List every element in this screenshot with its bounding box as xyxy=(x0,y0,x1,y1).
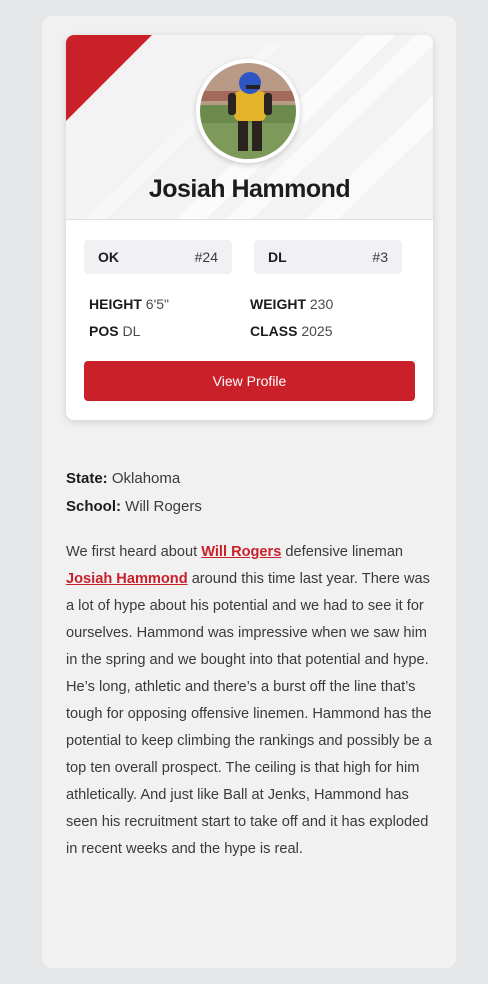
stat-value: 2025 xyxy=(301,323,333,339)
weight-stat: WEIGHT 230 xyxy=(250,296,333,312)
view-profile-button[interactable]: View Profile xyxy=(84,361,415,401)
height-stat: HEIGHT 6'5" xyxy=(89,296,169,312)
stat-value: 6'5" xyxy=(145,296,169,312)
state-line: State: Oklahoma xyxy=(66,470,180,487)
badge-value: #3 xyxy=(372,249,388,265)
article-text: defensive lineman xyxy=(281,544,404,560)
article-body: We first heard about Will Rogers defensi… xyxy=(66,539,436,863)
article-text: We first heard about xyxy=(66,544,202,560)
stat-value: DL xyxy=(122,323,141,339)
school-line: School: Will Rogers xyxy=(66,498,202,515)
card-header: Josiah Hammond xyxy=(66,35,433,220)
content-panel: Josiah Hammond OK #24 DL #3 HEIGHT 6'5" … xyxy=(42,16,456,968)
position-rank-badge: DL #3 xyxy=(254,240,402,274)
school-link[interactable]: Will Rogers xyxy=(201,544,281,560)
school-value: Will Rogers xyxy=(125,498,202,515)
stat-label: WEIGHT xyxy=(250,296,306,312)
stat-label: CLASS xyxy=(250,323,298,339)
state-rank-badge: OK #24 xyxy=(84,240,232,274)
stat-label: HEIGHT xyxy=(89,296,142,312)
stat-label: POS xyxy=(89,323,119,339)
player-name: Josiah Hammond xyxy=(148,175,351,203)
state-value: Oklahoma xyxy=(111,470,181,487)
player-card: Josiah Hammond OK #24 DL #3 HEIGHT 6'5" … xyxy=(66,35,433,420)
state-label: State: xyxy=(66,470,108,487)
article-text: around this time last year. There was a … xyxy=(66,571,432,857)
stat-value: 230 xyxy=(309,296,334,312)
badge-value: #24 xyxy=(194,249,218,265)
avatar xyxy=(196,59,300,163)
position-stat: POS DL xyxy=(89,323,140,339)
class-stat: CLASS 2025 xyxy=(250,323,333,339)
red-corner-stripe xyxy=(66,35,152,121)
player-photo xyxy=(200,63,296,159)
player-link[interactable]: Josiah Hammond xyxy=(66,571,188,587)
badge-label: DL xyxy=(268,249,287,265)
badge-label: OK xyxy=(98,249,119,265)
school-label: School: xyxy=(66,498,121,515)
